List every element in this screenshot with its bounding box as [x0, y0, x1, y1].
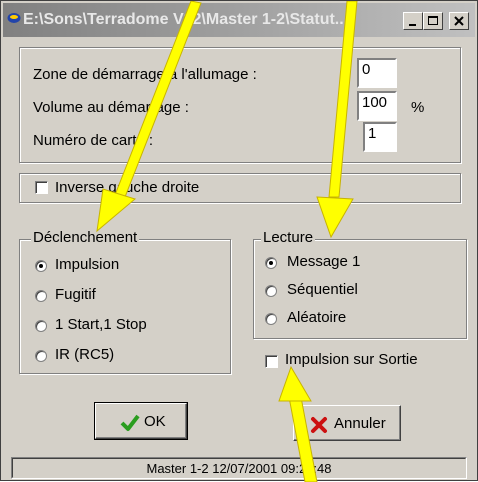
- numero-carte-label: Numéro de carte :: [33, 132, 154, 149]
- volume-label: Volume au démarrage :: [33, 99, 189, 116]
- volume-input[interactable]: 100: [357, 91, 397, 121]
- radio-fugitif[interactable]: [35, 290, 47, 302]
- checkmark-icon: [120, 414, 140, 431]
- close-button[interactable]: [449, 12, 469, 30]
- impulsion-sortie-label[interactable]: Impulsion sur Sortie: [285, 351, 418, 368]
- maximize-button[interactable]: [423, 12, 443, 30]
- option-sequentiel[interactable]: Séquentiel: [287, 281, 358, 298]
- title-bar[interactable]: E:\Sons\Terradome V12\Master 1-2\Statut.…: [3, 3, 475, 37]
- cancel-label: Annuler: [334, 415, 386, 432]
- option-impulsion[interactable]: Impulsion: [55, 256, 119, 273]
- declenchement-group: [19, 239, 231, 374]
- option-fugitif[interactable]: Fugitif: [55, 286, 96, 303]
- zone-demarrage-label: Zone de démarrage à l'allumage :: [33, 66, 257, 83]
- impulsion-sortie-checkbox[interactable]: [265, 355, 278, 368]
- option-aleatoire[interactable]: Aléatoire: [287, 309, 346, 326]
- app-icon: [7, 13, 21, 23]
- dialog-window: E:\Sons\Terradome V12\Master 1-2\Statut.…: [0, 0, 478, 482]
- zone-demarrage-input[interactable]: 0: [357, 58, 397, 88]
- minimize-icon: [409, 24, 416, 26]
- option-message1[interactable]: Message 1: [287, 253, 360, 270]
- x-icon: [311, 417, 327, 433]
- ok-button[interactable]: OK: [94, 402, 188, 440]
- radio-ir[interactable]: [35, 350, 47, 362]
- numero-carte-input[interactable]: 1: [363, 122, 397, 152]
- radio-impulsion[interactable]: [35, 260, 47, 272]
- option-start-stop[interactable]: 1 Start,1 Stop: [55, 316, 147, 333]
- window-title: E:\Sons\Terradome V12\Master 1-2\Statut.…: [23, 11, 349, 28]
- radio-selected-dot: [39, 264, 43, 268]
- status-bar: Master 1-2 12/07/2001 09:25:48: [11, 457, 467, 479]
- minimize-button[interactable]: [403, 12, 423, 30]
- volume-unit: %: [411, 99, 425, 116]
- ok-label: OK: [144, 413, 166, 430]
- maximize-icon: [428, 16, 438, 25]
- inverse-checkbox[interactable]: [35, 181, 48, 194]
- close-icon: [454, 16, 464, 26]
- cancel-button[interactable]: Annuler: [293, 405, 401, 441]
- lecture-title: Lecture: [261, 229, 316, 246]
- inverse-label[interactable]: Inverse gauche droite: [55, 179, 199, 196]
- radio-selected-dot: [269, 261, 273, 265]
- radio-message1[interactable]: [265, 257, 277, 269]
- radio-aleatoire[interactable]: [265, 313, 277, 325]
- radio-start-stop[interactable]: [35, 320, 47, 332]
- radio-sequentiel[interactable]: [265, 285, 277, 297]
- option-ir[interactable]: IR (RC5): [55, 346, 114, 363]
- declenchement-title: Déclenchement: [31, 229, 140, 246]
